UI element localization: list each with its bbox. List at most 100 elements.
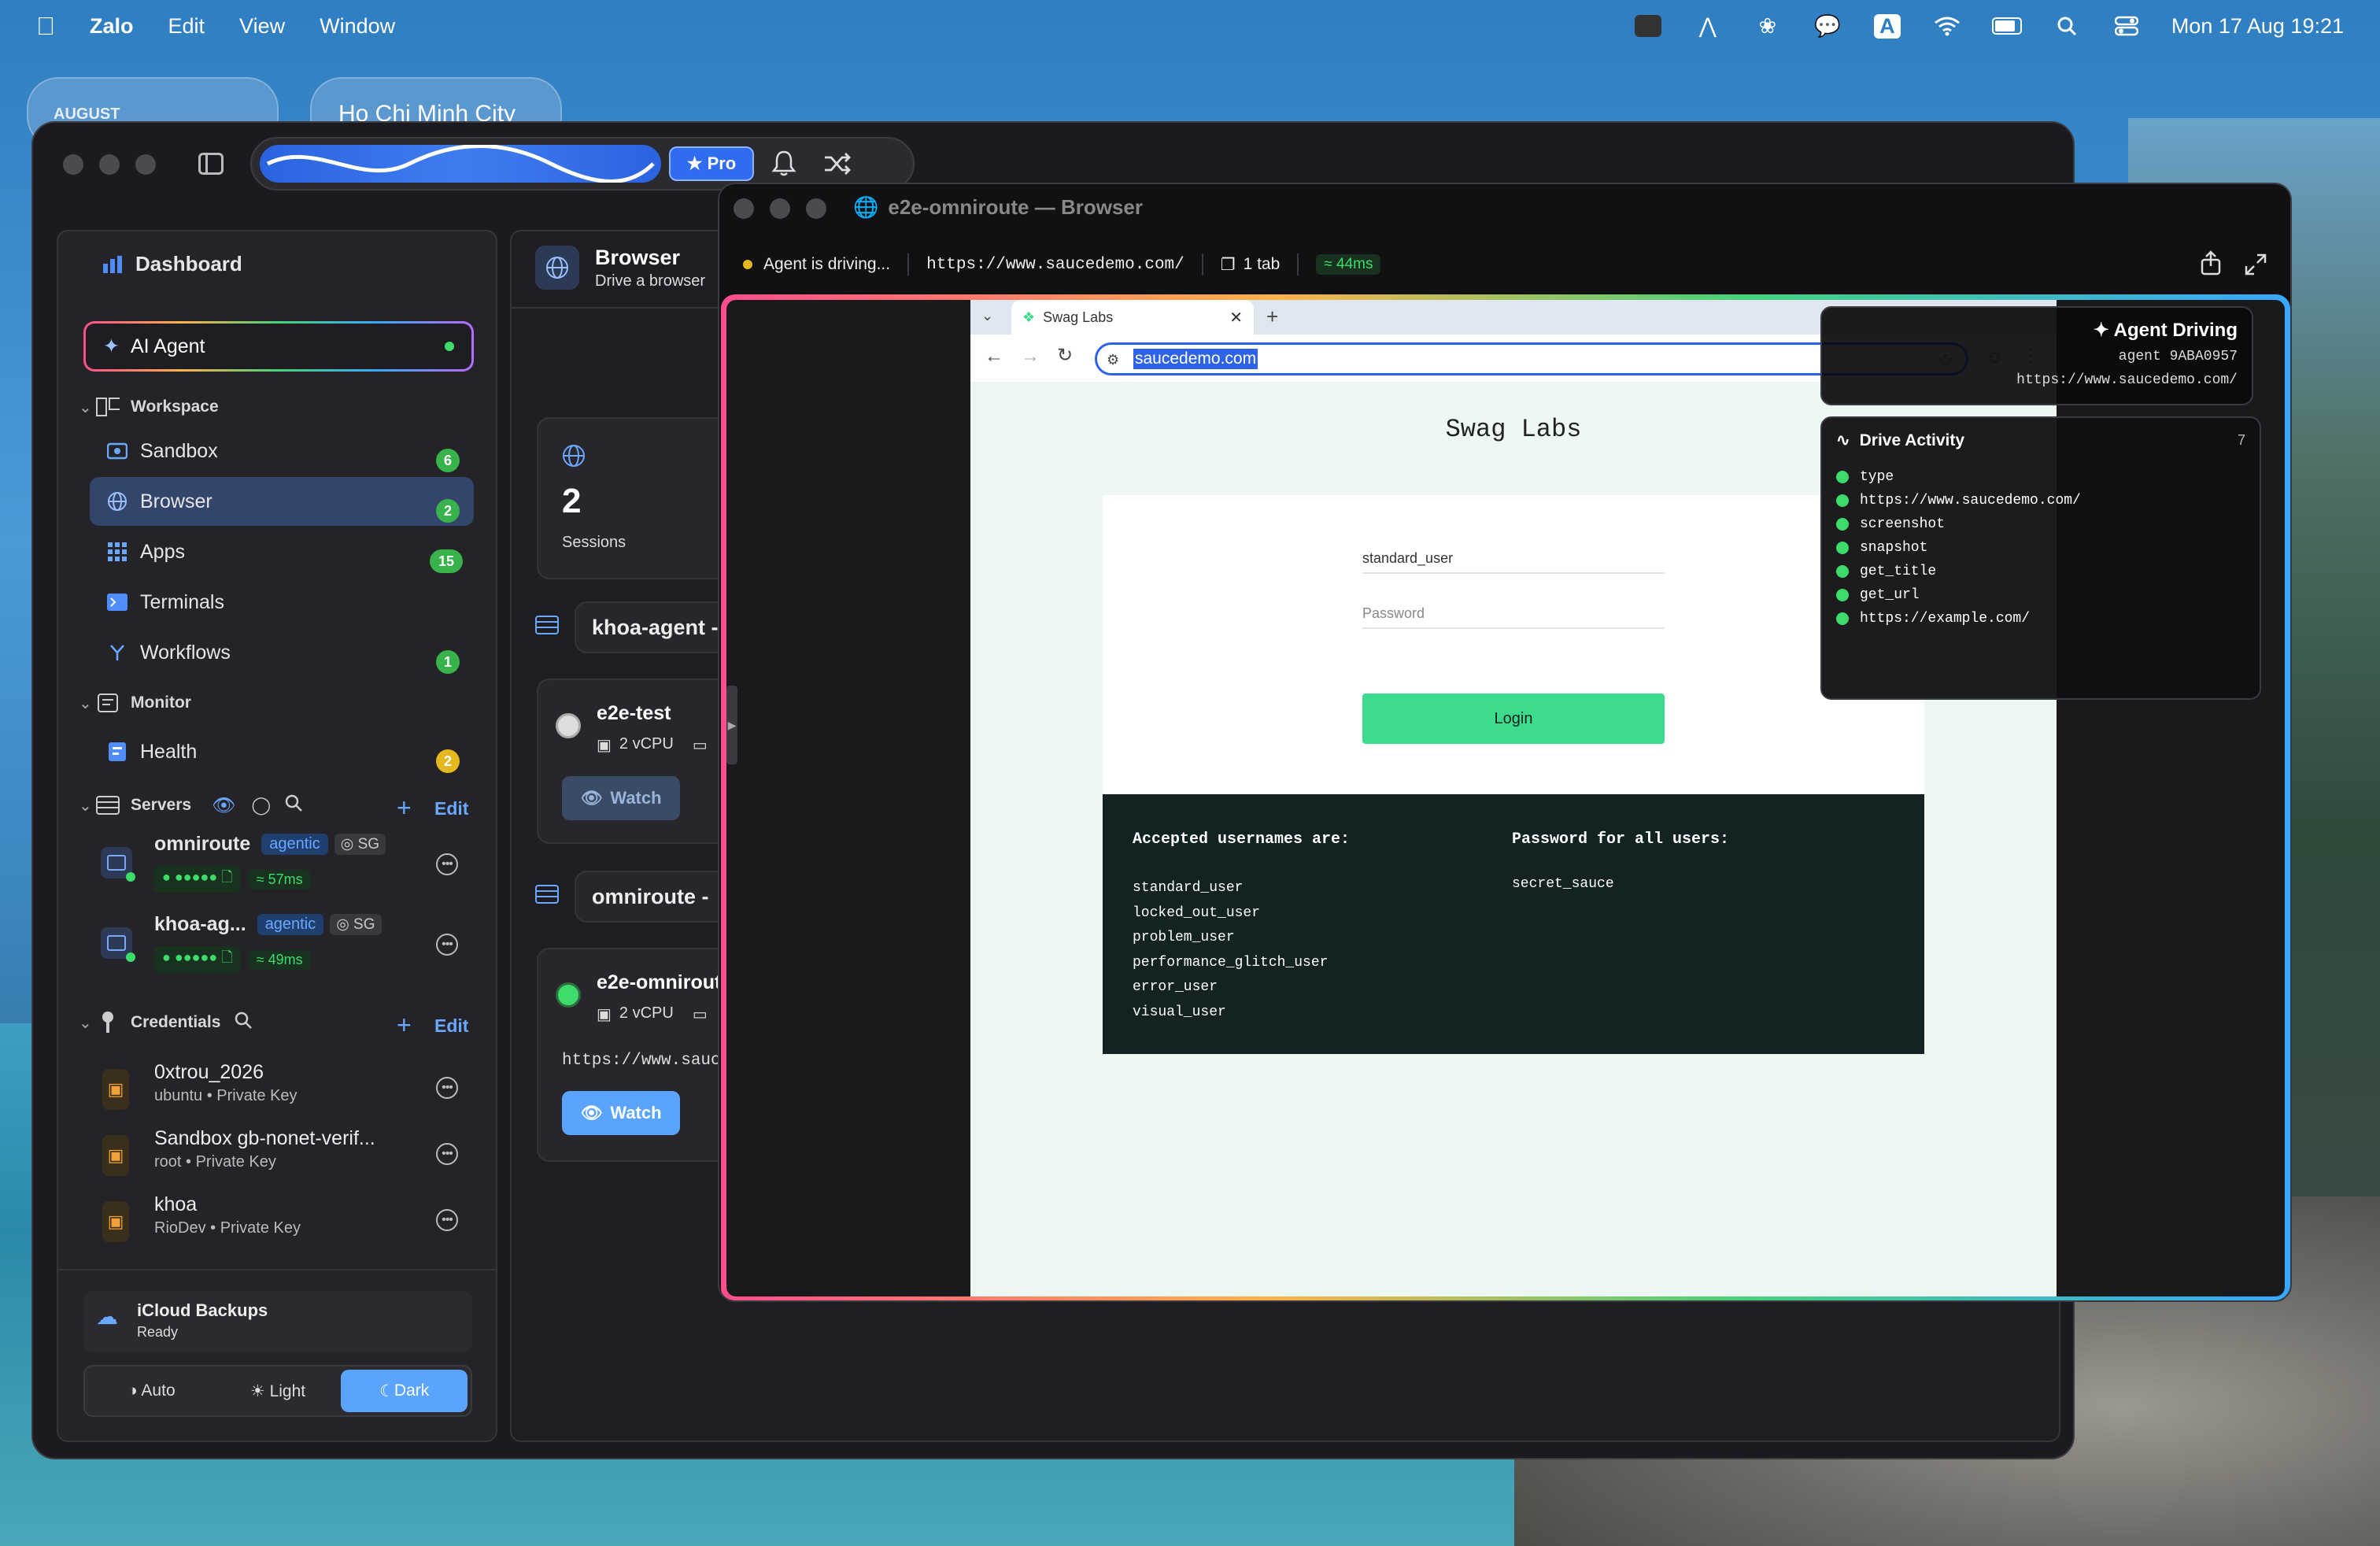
section-monitor[interactable]: ⌄ Monitor: [79, 691, 191, 715]
pen-status-icon[interactable]: ⋀: [1693, 13, 1723, 39]
panel-handle[interactable]: ▶: [726, 686, 737, 764]
sidebar-item-health[interactable]: Health: [105, 740, 197, 764]
sidebar-item-browser[interactable]: Browser: [105, 490, 213, 513]
watch-button[interactable]: 👁 Watch: [562, 1091, 680, 1135]
spotlight-icon[interactable]: [2052, 13, 2082, 39]
credential-item[interactable]: 0xtrou_2026 ubuntu • Private Key: [154, 1061, 298, 1105]
zoom-button[interactable]: [135, 154, 156, 175]
sidebar-item-dashboard[interactable]: Dashboard: [101, 252, 242, 276]
tag-icon[interactable]: ◯: [252, 795, 272, 816]
usernames-list: standard_user locked_out_user problem_us…: [1133, 876, 1328, 1025]
sandbox-icon: [105, 439, 129, 463]
tab-list-icon[interactable]: ⌄: [981, 308, 993, 324]
input-source-icon[interactable]: A: [1872, 13, 1902, 39]
watch-button[interactable]: 👁 Watch: [562, 776, 680, 820]
close-button[interactable]: [63, 154, 83, 175]
workflows-badge: 1: [436, 650, 460, 674]
menu-edit[interactable]: Edit: [168, 14, 205, 39]
credential-item[interactable]: khoa RioDev • Private Key: [154, 1193, 301, 1237]
menu-window[interactable]: Window: [320, 14, 395, 39]
menu-view[interactable]: View: [239, 14, 285, 39]
agent-url: https://www.saucedemo.com/: [2016, 372, 2238, 388]
check-icon: [1836, 518, 1849, 531]
add-server-icon[interactable]: +: [397, 793, 412, 823]
activity-item: get_url: [1836, 583, 2081, 607]
share-icon[interactable]: [2201, 250, 2221, 279]
theme-auto-label: Auto: [141, 1381, 176, 1400]
ai-agent-button[interactable]: ✦ AI Agent: [83, 321, 474, 372]
reload-icon[interactable]: ↻: [1057, 344, 1073, 367]
chat-status-icon[interactable]: 💬: [1813, 13, 1842, 39]
section-workspace[interactable]: ⌄ Workspace: [79, 395, 219, 419]
section-credentials[interactable]: ⌄ Credentials: [79, 1011, 253, 1034]
divider: [58, 1269, 496, 1270]
activity-icon: ∿: [1836, 431, 1850, 449]
back-icon[interactable]: ←: [985, 346, 1003, 368]
credential-sub: ubuntu • Private Key: [154, 1087, 298, 1104]
more-options-icon[interactable]: •••: [436, 1209, 458, 1231]
edit-credentials-button[interactable]: Edit: [434, 1015, 468, 1037]
agent-driving-title: Agent Driving: [2113, 320, 2238, 341]
pro-badge[interactable]: ★ Pro: [669, 146, 754, 181]
watch-label: Watch: [610, 1103, 662, 1123]
sidebar-toggle-icon[interactable]: [198, 153, 224, 175]
wifi-icon[interactable]: [1932, 13, 1962, 39]
minimize-button[interactable]: [99, 154, 120, 175]
credential-item[interactable]: Sandbox gb-nonet-verif... root • Private…: [154, 1127, 375, 1171]
browser-tab[interactable]: ❖ Swag Labs ✕: [1011, 300, 1254, 335]
password-input[interactable]: Password: [1362, 597, 1665, 629]
battery-icon[interactable]: [1991, 13, 2022, 39]
file-key-icon: ▣: [102, 1069, 129, 1110]
close-button[interactable]: [734, 198, 754, 219]
openai-status-icon[interactable]: ❀: [1753, 13, 1783, 39]
apple-icon[interactable]: : [36, 12, 55, 41]
search-icon[interactable]: [285, 794, 303, 817]
edit-servers-button[interactable]: Edit: [434, 798, 468, 819]
session-status-radio[interactable]: [556, 982, 581, 1008]
server-omniroute[interactable]: omniroute agentic ◎ SG: [154, 833, 386, 856]
agent-driving-frame: ▶ ⌄ ❖ Swag Labs ✕ + ← → ↻ ⚙ saucedemo.co…: [721, 294, 2290, 1300]
more-options-icon[interactable]: •••: [436, 934, 458, 956]
sidebar-item-terminals[interactable]: Terminals: [105, 590, 224, 614]
new-tab-icon[interactable]: +: [1266, 305, 1278, 329]
voice-waveform[interactable]: [260, 144, 661, 183]
more-options-icon[interactable]: •••: [436, 1077, 458, 1099]
sidebar-item-workflows[interactable]: Workflows: [105, 641, 231, 664]
more-options-icon[interactable]: •••: [436, 1143, 458, 1165]
session-status-radio[interactable]: [556, 713, 581, 738]
icloud-backups-card[interactable]: ☁ iCloud Backups Ready: [83, 1291, 472, 1352]
eye-slash-icon[interactable]: 👁: [212, 794, 235, 817]
swag-labs-favicon: ❖: [1022, 309, 1036, 325]
expand-icon[interactable]: [2245, 253, 2267, 279]
wifi-icon: ≈: [1324, 256, 1337, 272]
theme-light[interactable]: ☀ Light: [215, 1381, 342, 1401]
menu-clock[interactable]: Mon 17 Aug 19:21: [2171, 14, 2344, 39]
server-khoa-agent[interactable]: khoa-ag... agentic ◎ SG: [154, 913, 382, 936]
login-button[interactable]: Login: [1362, 693, 1665, 744]
username-input[interactable]: standard_user: [1362, 542, 1665, 574]
shuffle-icon[interactable]: [823, 151, 852, 180]
search-icon[interactable]: [235, 1012, 253, 1034]
terminal-status-icon[interactable]: [1633, 13, 1663, 39]
forward-icon[interactable]: →: [1021, 346, 1040, 368]
theme-dark[interactable]: ☾ Dark: [341, 1370, 468, 1412]
browser-label: Browser: [140, 490, 213, 512]
globe-icon: [105, 490, 129, 513]
control-center-icon[interactable]: [2112, 13, 2142, 39]
menu-app-name[interactable]: Zalo: [90, 14, 134, 39]
section-servers[interactable]: ⌄ Servers 👁 ◯: [79, 793, 303, 817]
zoom-button[interactable]: [806, 198, 826, 219]
add-credential-icon[interactable]: +: [397, 1011, 412, 1040]
more-options-icon[interactable]: •••: [436, 853, 458, 875]
bell-icon[interactable]: [771, 150, 796, 183]
minimize-button[interactable]: [770, 198, 790, 219]
theme-switcher: ◑ Auto ☀ Light ☾ Dark: [83, 1365, 472, 1417]
theme-auto[interactable]: ◑ Auto: [88, 1381, 215, 1400]
agent-driving-title-row: ✦ Agent Driving: [2094, 319, 2238, 342]
sidebar-item-sandbox[interactable]: Sandbox: [105, 439, 475, 463]
sidebar-item-apps[interactable]: Apps: [105, 540, 185, 564]
site-info-icon[interactable]: ⚙: [1105, 351, 1121, 369]
watch-label: Watch: [610, 788, 662, 808]
activity-text: type: [1860, 469, 1894, 485]
tab-close-icon[interactable]: ✕: [1229, 308, 1243, 327]
